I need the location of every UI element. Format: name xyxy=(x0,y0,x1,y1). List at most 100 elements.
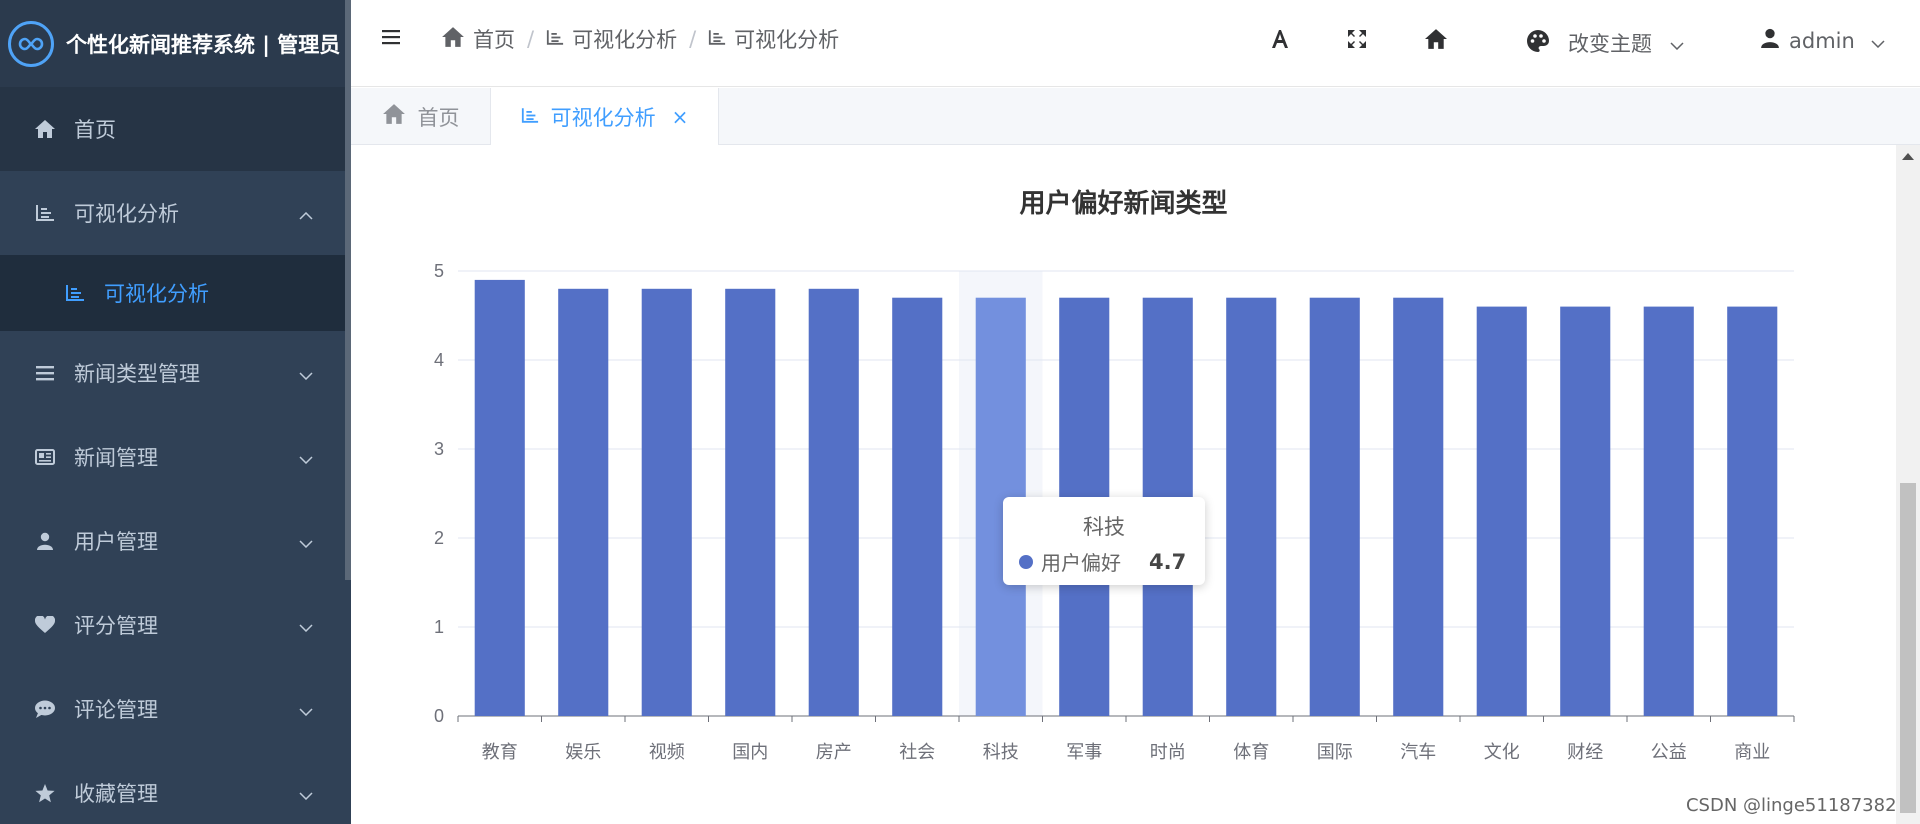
tooltip-value: 4.7 xyxy=(1149,549,1187,574)
fullscreen-icon[interactable] xyxy=(1346,28,1368,54)
sidebar-item-label: 用户管理 xyxy=(74,530,158,554)
tags-view: 首页 可视化分析 × xyxy=(351,88,1920,145)
scroll-up-icon[interactable] xyxy=(1902,153,1914,160)
bar xyxy=(558,288,609,716)
chevron-down-icon xyxy=(1871,29,1885,53)
theme-switcher[interactable]: 改变主题 xyxy=(1526,28,1684,58)
bar xyxy=(474,279,525,716)
content-scrollbar[interactable] xyxy=(1896,145,1920,824)
user-menu[interactable]: admin xyxy=(1761,28,1885,53)
x-tick-label: 社会 xyxy=(899,742,935,763)
submenu-item-label: 可视化分析 xyxy=(104,282,209,306)
tab-visualization[interactable]: 可视化分析 × xyxy=(491,88,719,145)
palette-icon xyxy=(1526,29,1550,58)
x-tick-label: 军事 xyxy=(1066,742,1102,763)
theme-label: 改变主题 xyxy=(1568,32,1652,56)
top-navbar: 首页 / 可视化分析 / 可视化分析 改变主题 admin xyxy=(351,0,1920,87)
user-icon xyxy=(1761,28,1779,53)
submenu-item-visualization[interactable]: 可视化分析 xyxy=(0,255,351,331)
list-icon xyxy=(34,362,56,384)
user-icon xyxy=(34,530,56,552)
x-tick-label: 科技 xyxy=(983,742,1019,763)
y-tick-label: 2 xyxy=(434,528,444,548)
tooltip-category: 科技 xyxy=(1083,515,1125,539)
heart-icon xyxy=(34,614,56,636)
bar xyxy=(725,288,776,716)
sidebar-item-visualization[interactable]: 可视化分析 xyxy=(0,171,351,255)
breadcrumb-label: 可视化分析 xyxy=(572,28,678,52)
sidebar-item-comments[interactable]: 评论管理 xyxy=(0,667,351,751)
sidebar-item-news-type[interactable]: 新闻类型管理 xyxy=(0,331,351,415)
x-tick-label: 体育 xyxy=(1233,742,1269,763)
hamburger-icon[interactable] xyxy=(381,28,401,50)
bar xyxy=(641,288,692,716)
tab-home[interactable]: 首页 xyxy=(351,88,491,145)
home-icon xyxy=(382,103,406,130)
logo-area: 个性化新闻推荐系统 | 管理员 xyxy=(0,0,351,87)
y-tick-label: 1 xyxy=(434,617,444,637)
bar xyxy=(808,288,859,716)
chart-icon xyxy=(521,105,539,129)
y-tick-label: 3 xyxy=(434,439,444,459)
app-title: 个性化新闻推荐系统 | 管理员 xyxy=(66,32,341,57)
x-tick-label: 教育 xyxy=(482,742,518,763)
app-root: 个性化新闻推荐系统 | 管理员 首页 可视化分析 可视化分析 新闻类型管理 新闻… xyxy=(0,0,1920,824)
sidebar-item-label: 首页 xyxy=(74,118,116,142)
breadcrumb-home[interactable]: 首页 xyxy=(441,24,515,54)
logo-icon xyxy=(8,20,54,67)
chart-icon xyxy=(708,27,726,51)
bar xyxy=(892,297,943,716)
sidebar-item-ratings[interactable]: 评分管理 xyxy=(0,583,351,667)
breadcrumb-visualization[interactable]: 可视化分析 xyxy=(546,24,677,54)
chevron-down-icon xyxy=(299,613,313,637)
tab-label: 可视化分析 xyxy=(550,105,656,130)
breadcrumb-label: 首页 xyxy=(473,28,515,52)
tooltip-row: 用户偏好 4.7 xyxy=(1019,547,1186,576)
chevron-down-icon xyxy=(299,361,313,385)
sidebar-item-label: 新闻类型管理 xyxy=(74,362,200,386)
bar xyxy=(1226,297,1277,716)
breadcrumb-current: 可视化分析 xyxy=(708,24,839,54)
bar xyxy=(1643,306,1694,716)
chevron-down-icon xyxy=(299,529,313,553)
chart-icon xyxy=(546,27,564,51)
bar xyxy=(1309,297,1360,716)
font-size-icon[interactable] xyxy=(1269,28,1291,54)
x-tick-label: 汽车 xyxy=(1400,742,1436,763)
bar xyxy=(1727,306,1778,716)
sidebar-item-label: 评分管理 xyxy=(74,614,158,638)
sidebar-item-favorites[interactable]: 收藏管理 xyxy=(0,751,351,824)
x-tick-label: 房产 xyxy=(816,742,852,763)
username-label: admin xyxy=(1789,28,1855,53)
breadcrumb-separator: / xyxy=(689,27,697,51)
main-content: 用户偏好新闻类型 0 1 2 3 4 5 教育 娱乐 视频 国内 房产 社会 科技 军事 时尚 体育 国际 汽车文… xyxy=(351,145,1920,824)
sidebar-item-label: 收藏管理 xyxy=(74,782,158,806)
x-tick-label: 国内 xyxy=(732,742,768,763)
x-tick-label: 财经 xyxy=(1567,742,1603,763)
chevron-down-icon xyxy=(299,697,313,721)
x-tick-label: 文化 xyxy=(1484,742,1520,763)
x-tick-label: 时尚 xyxy=(1150,742,1186,763)
comment-icon xyxy=(34,698,56,720)
x-tick-label: 视频 xyxy=(649,742,685,763)
close-icon[interactable]: × xyxy=(672,105,689,129)
home-icon xyxy=(441,26,465,53)
x-tick-label: 国际 xyxy=(1317,742,1353,763)
home-icon[interactable] xyxy=(1423,28,1449,54)
x-tick-label: 商业 xyxy=(1734,742,1770,763)
sidebar: 个性化新闻推荐系统 | 管理员 首页 可视化分析 可视化分析 新闻类型管理 新闻… xyxy=(0,0,351,824)
breadcrumb: 首页 / 可视化分析 / 可视化分析 xyxy=(441,24,839,54)
sidebar-item-home[interactable]: 首页 xyxy=(0,87,351,171)
tab-label: 首页 xyxy=(417,105,460,130)
chart-icon xyxy=(64,282,86,304)
sidebar-item-users[interactable]: 用户管理 xyxy=(0,499,351,583)
bar xyxy=(1476,306,1527,716)
news-icon xyxy=(34,446,56,468)
watermark: CSDN @linge511873822 xyxy=(1685,795,1908,816)
sidebar-item-news[interactable]: 新闻管理 xyxy=(0,415,351,499)
scrollbar-thumb[interactable] xyxy=(1900,483,1916,813)
x-tick-label: 公益 xyxy=(1651,742,1687,763)
sidebar-item-label: 新闻管理 xyxy=(74,446,158,470)
chevron-down-icon xyxy=(299,781,313,805)
chevron-up-icon xyxy=(299,201,313,225)
